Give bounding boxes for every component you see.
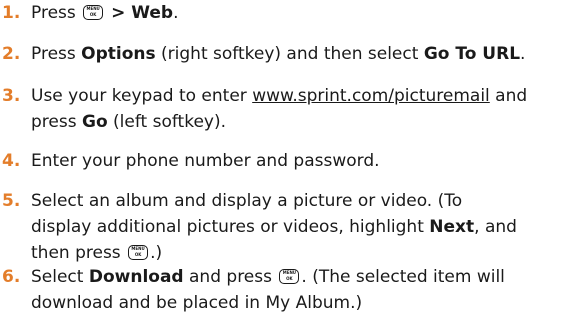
step-text-line: download and be placed in My Album.): [31, 290, 581, 316]
step-item: 3. Use your keypad to enter www.sprint.co…: [0, 83, 585, 135]
step-number: 5.: [2, 191, 21, 211]
step-text-line: Select Download and press MENU OK. (The s…: [31, 264, 581, 290]
step-number: 4.: [2, 151, 21, 171]
bold-term: Next: [429, 217, 475, 237]
bold-term: Go To URL: [423, 44, 521, 64]
bold-term: Download: [88, 267, 184, 287]
key-icon-label-top: MENU: [282, 270, 297, 275]
url-text: www.sprint.com/picturemail: [252, 86, 490, 106]
step-text-line: Use your keypad to enter www.sprint.com/…: [31, 83, 581, 109]
text-segment: Press: [31, 3, 82, 23]
step-text-line: display additional pictures or videos, h…: [31, 214, 581, 240]
text-segment: and press: [183, 267, 278, 287]
text-segment: .: [520, 44, 526, 64]
step-item: 2. Press Options (right softkey) and then…: [0, 41, 585, 67]
step-text: Enter your phone number and password.: [31, 148, 581, 174]
text-segment: press: [31, 112, 82, 132]
text-segment: .: [173, 3, 179, 23]
step-text: Press MENU OK > Web.: [31, 0, 581, 26]
key-icon-label-bottom: OK: [89, 12, 97, 17]
step-text: Use your keypad to enter www.sprint.com/…: [31, 83, 581, 135]
key-icon-label-top: MENU: [131, 246, 145, 251]
text-segment: . (The selected item will: [301, 267, 505, 287]
text-segment: (right softkey) and then select: [155, 44, 424, 64]
step-text: Select Download and press MENU OK. (The s…: [31, 264, 581, 316]
instruction-page: 1. Press MENU OK > Web. 2. Press Options (ri…: [0, 0, 585, 324]
step-text: Press Options (right softkey) and then s…: [31, 41, 581, 67]
bold-term: Options: [81, 44, 156, 64]
step-text-line: press Go (left softkey).: [31, 109, 581, 135]
text-segment: then press: [31, 243, 127, 263]
bold-term: Go: [81, 112, 108, 132]
step-number: 3.: [2, 86, 21, 106]
key-icon-label-top: MENU: [86, 6, 100, 11]
menu-ok-key-icon: MENU OK: [279, 269, 300, 284]
menu-ok-key-icon: MENU OK: [128, 245, 149, 260]
text-segment: and: [489, 86, 528, 106]
menu-ok-key-icon: MENU OK: [83, 5, 104, 20]
step-text: Select an album and display a picture or…: [31, 188, 581, 266]
text-segment: Enter your phone number and password.: [31, 151, 380, 171]
text-segment: Select: [31, 267, 89, 287]
bold-term: > Web: [105, 3, 174, 23]
text-segment: , and: [474, 217, 517, 237]
step-text-line: Enter your phone number and password.: [31, 148, 581, 174]
step-text-line: Press Options (right softkey) and then s…: [31, 41, 581, 67]
text-segment: .): [150, 243, 163, 263]
step-item: 6. Select Download and press MENU OK. (The…: [0, 264, 585, 316]
text-segment: display additional pictures or videos, h…: [31, 217, 430, 237]
step-text-line: Press MENU OK > Web.: [31, 0, 581, 26]
step-number: 2.: [2, 44, 21, 64]
step-text-line: then press MENU OK.): [31, 240, 581, 266]
step-item: 4. Enter your phone number and password.: [0, 148, 585, 174]
step-text-line: Select an album and display a picture or…: [31, 188, 581, 214]
step-item: 5. Select an album and display a picture …: [0, 188, 585, 266]
step-item: 1. Press MENU OK > Web.: [0, 0, 585, 26]
key-icon-label-bottom: OK: [134, 252, 142, 257]
text-segment: download and be placed in My Album.): [31, 293, 363, 313]
key-icon-label-bottom: OK: [286, 276, 293, 281]
text-segment: (left softkey).: [107, 112, 227, 132]
step-number: 1.: [2, 3, 21, 23]
text-segment: Press: [31, 44, 82, 64]
text-segment: Select an album and display a picture or…: [31, 191, 463, 211]
text-segment: Use your keypad to enter: [31, 86, 253, 106]
step-number: 6.: [2, 267, 21, 287]
